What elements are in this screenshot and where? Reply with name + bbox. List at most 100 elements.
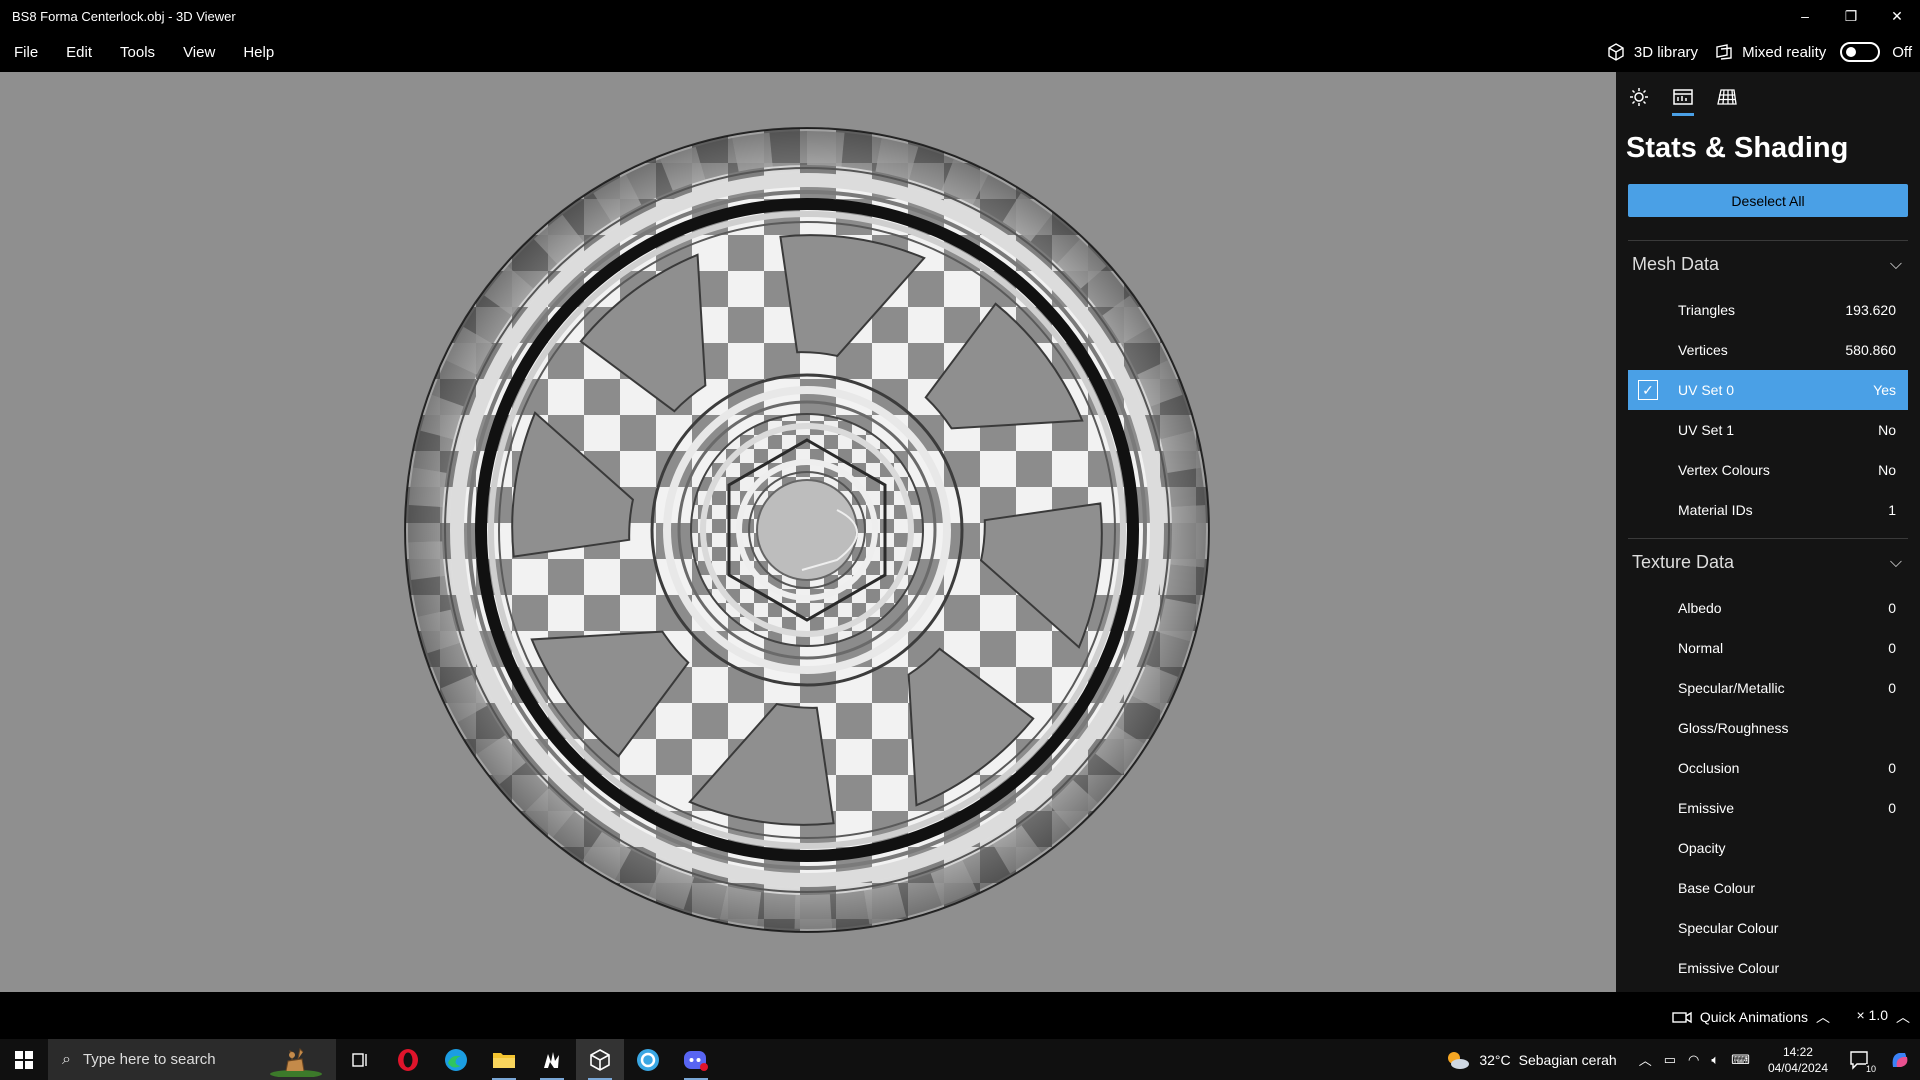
mesh-row-triangles: Triangles 193.620 [1628, 290, 1908, 330]
tab-lighting[interactable] [1626, 82, 1652, 112]
toggle-knob [1846, 47, 1857, 57]
start-button[interactable] [0, 1039, 48, 1080]
taskbar-app-file-explorer[interactable] [480, 1039, 528, 1080]
texture-row-opacity: Opacity [1628, 828, 1908, 868]
mixed-reality-toggle[interactable] [1840, 42, 1881, 62]
volume-icon[interactable]: 🔈︎ [1711, 1052, 1719, 1068]
menu-tools[interactable]: Tools [106, 44, 169, 61]
notification-center-button[interactable]: 10 [1840, 1039, 1880, 1080]
mesh-row-material-ids: Material IDs 1 [1628, 490, 1908, 530]
divider [1628, 538, 1908, 539]
folder-icon [493, 1052, 515, 1068]
notification-count: 10 [1865, 1064, 1876, 1074]
taskbar-app-edge[interactable] [432, 1039, 480, 1080]
uv-set-checkbox[interactable]: ✓ [1638, 380, 1658, 400]
panel-tabs [1626, 82, 1740, 116]
task-view-button[interactable] [336, 1039, 384, 1080]
taskbar-app-blue-circle[interactable] [624, 1039, 672, 1080]
row-label: Specular/Metallic [1678, 680, 1785, 696]
row-value: 0 [1888, 640, 1896, 656]
menu-file[interactable]: File [0, 44, 52, 61]
mesh-row-uv-set-0[interactable]: ✓ UV Set 0 Yes [1628, 370, 1908, 410]
weather-widget[interactable]: 32°C Sebagian cerah [1445, 1049, 1617, 1071]
clock[interactable]: 14:22 04/04/2024 [1768, 1044, 1828, 1076]
row-label: Vertex Colours [1678, 462, 1770, 478]
row-label: Occlusion [1678, 760, 1740, 776]
tab-grid[interactable] [1714, 82, 1740, 112]
partly-sunny-icon [1448, 1051, 1470, 1069]
mixed-reality-label: Mixed reality [1742, 43, 1827, 61]
restore-button[interactable]: ❐ [1828, 0, 1874, 32]
texture-row-specular-metallic: Specular/Metallic 0 [1628, 668, 1908, 708]
title-bar: BS8 Forma Centerlock.obj - 3D Viewer – ❐… [0, 0, 1920, 32]
panel-title: Stats & Shading [1626, 132, 1849, 164]
menu-bar: File Edit Tools View Help 3D library Mix… [0, 32, 1920, 72]
copilot-button[interactable] [1880, 1039, 1920, 1080]
cube-icon [1608, 43, 1624, 61]
window-controls: – ❐ ✕ [1782, 0, 1920, 32]
taskbar-app-discord[interactable] [672, 1039, 720, 1080]
row-label: UV Set 1 [1678, 422, 1735, 438]
close-button[interactable]: ✕ [1874, 0, 1920, 32]
library-button[interactable]: 3D library [1606, 42, 1698, 62]
mesh-data-header[interactable]: Mesh Data ⌵ [1632, 254, 1908, 275]
system-tray: 32°C Sebagian cerah ︿ ▭ ◠ 🔈︎ ⌨︎ 14:22 04… [1445, 1039, 1920, 1080]
menu-right-group: 3D library Mixed reality Off [1596, 32, 1912, 72]
stats-icon [1673, 89, 1693, 105]
wifi-icon[interactable]: ◠ [1688, 1052, 1699, 1068]
row-label: Triangles [1678, 302, 1736, 318]
chevron-down-icon: ⌵ [1889, 255, 1902, 273]
taskbar-search[interactable]: ⌕ Type here to search [48, 1039, 336, 1080]
taskbar-app-opera[interactable] [384, 1039, 432, 1080]
row-label: UV Set 0 [1678, 382, 1735, 398]
opera-icon [398, 1048, 418, 1071]
weather-description: Sebagian cerah [1518, 1051, 1617, 1068]
animation-speed[interactable]: × 1.0 ︿ [1856, 1007, 1910, 1027]
row-label: Albedo [1678, 600, 1722, 616]
hand-app-icon [544, 1051, 559, 1068]
deselect-all-button[interactable]: Deselect All [1628, 184, 1908, 217]
row-label: Opacity [1678, 840, 1726, 856]
chevron-up-icon[interactable]: ︿ [1639, 1050, 1652, 1069]
taskbar: ⌕ Type here to search 32°C Sebagian cera… [0, 1039, 1920, 1080]
discord-icon [684, 1050, 708, 1071]
mixed-reality-state: Off [1892, 43, 1912, 61]
sun-icon [1630, 88, 1648, 106]
windows-logo-icon [15, 1050, 33, 1069]
minimize-button[interactable]: – [1782, 0, 1828, 32]
3d-viewport[interactable] [0, 72, 1616, 992]
keyboard-icon[interactable]: ⌨︎ [1731, 1052, 1750, 1068]
mesh-row-vertices: Vertices 580.860 [1628, 330, 1908, 370]
row-label: Normal [1678, 640, 1724, 656]
animation-icon [1672, 1011, 1692, 1024]
menu-edit[interactable]: Edit [52, 44, 106, 61]
3d-viewer-icon [590, 1048, 610, 1071]
texture-data-title: Texture Data [1632, 552, 1735, 572]
taskbar-app-3d-viewer[interactable] [576, 1039, 624, 1080]
texture-row-normal: Normal 0 [1628, 628, 1908, 668]
battery-icon[interactable]: ▭ [1664, 1052, 1676, 1068]
mixed-reality-button[interactable]: Mixed reality [1714, 42, 1826, 62]
chevron-up-icon: ︿ [1896, 1009, 1910, 1025]
window-title: BS8 Forma Centerlock.obj - 3D Viewer [12, 8, 236, 24]
weather-temperature: 32°C [1479, 1051, 1511, 1068]
grid-icon [1717, 89, 1737, 105]
row-value: 0 [1888, 680, 1896, 696]
stats-panel: Stats & Shading Deselect All Mesh Data ⌵… [1616, 72, 1920, 992]
row-value: 193.620 [1845, 302, 1896, 318]
texture-data-header[interactable]: Texture Data ⌵ [1632, 552, 1908, 573]
mesh-row-vertex-colours: Vertex Colours No [1628, 450, 1908, 490]
quick-animations-button[interactable]: Quick Animations ︿ [1672, 1007, 1830, 1027]
texture-row-specular-colour: Specular Colour [1628, 908, 1908, 948]
mesh-row-uv-set-1: UV Set 1 No [1628, 410, 1908, 450]
animation-bar: Quick Animations ︿ × 1.0 ︿ [0, 992, 1920, 1039]
wheel-model[interactable] [404, 127, 1210, 933]
taskbar-app-blender-style[interactable] [528, 1039, 576, 1080]
menu-help[interactable]: Help [229, 44, 288, 61]
speed-value: × 1.0 [1856, 1007, 1888, 1023]
quick-animations-label: Quick Animations [1699, 1009, 1808, 1025]
tab-stats-shading[interactable] [1670, 82, 1696, 116]
search-icon: ⌕ [62, 1050, 71, 1068]
deer-illustration-icon [270, 1047, 322, 1077]
menu-view[interactable]: View [169, 44, 229, 61]
